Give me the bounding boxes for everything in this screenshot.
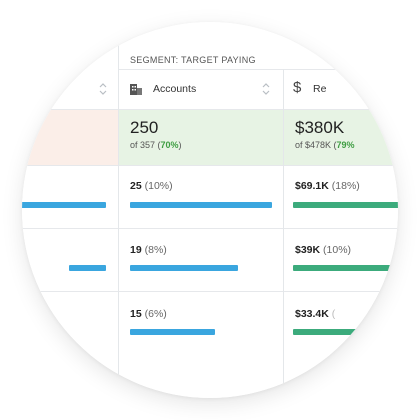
table-row-revenue-value: $39K (10%) <box>295 244 352 256</box>
row-divider <box>22 228 398 229</box>
left-bar <box>69 265 106 271</box>
table-row-accounts-value: 15 (6%) <box>130 308 167 320</box>
accounts-of-total: of 357 (70%) <box>130 140 182 150</box>
revenue-bar <box>293 265 398 271</box>
header-divider <box>22 109 398 110</box>
table-row-accounts-value: 19 (8%) <box>130 244 167 256</box>
segment-label: SEGMENT: TARGET PAYING <box>130 55 256 65</box>
left-bar <box>22 202 106 208</box>
accounts-column-header[interactable]: Accounts <box>118 70 283 109</box>
revenue-total: $380K <box>295 118 345 137</box>
accounts-bar <box>130 265 238 271</box>
zoomed-table: SEGMENT: TARGET PAYING Accounts $ Re 250… <box>22 22 398 398</box>
building-icon <box>130 84 142 95</box>
revenue-header-label: Re <box>313 83 327 95</box>
magnifier-lens: SEGMENT: TARGET PAYING Accounts $ Re 250… <box>22 22 398 398</box>
revenue-bar <box>293 329 398 335</box>
revenue-of-total: of $478K (79% <box>295 140 355 150</box>
accounts-bar <box>130 202 272 208</box>
revenue-bar <box>293 202 398 208</box>
revenue-column-header[interactable]: $ Re <box>283 70 398 109</box>
column-divider <box>283 69 284 398</box>
sort-arrows-icon[interactable] <box>98 82 108 96</box>
table-row-revenue-value: $69.1K (18%) <box>295 180 360 192</box>
accounts-bar <box>130 329 215 335</box>
sort-arrows-icon[interactable] <box>261 82 271 96</box>
left-summary-cell <box>22 109 118 165</box>
table-row-accounts-value: 25 (10%) <box>130 180 173 192</box>
row-divider <box>22 165 398 166</box>
row-divider <box>22 291 398 292</box>
accounts-total: 250 <box>130 118 159 137</box>
accounts-header-label: Accounts <box>153 83 197 95</box>
dollar-icon: $ <box>293 79 302 96</box>
table-row-revenue-value: $33.4K ( <box>295 308 336 320</box>
